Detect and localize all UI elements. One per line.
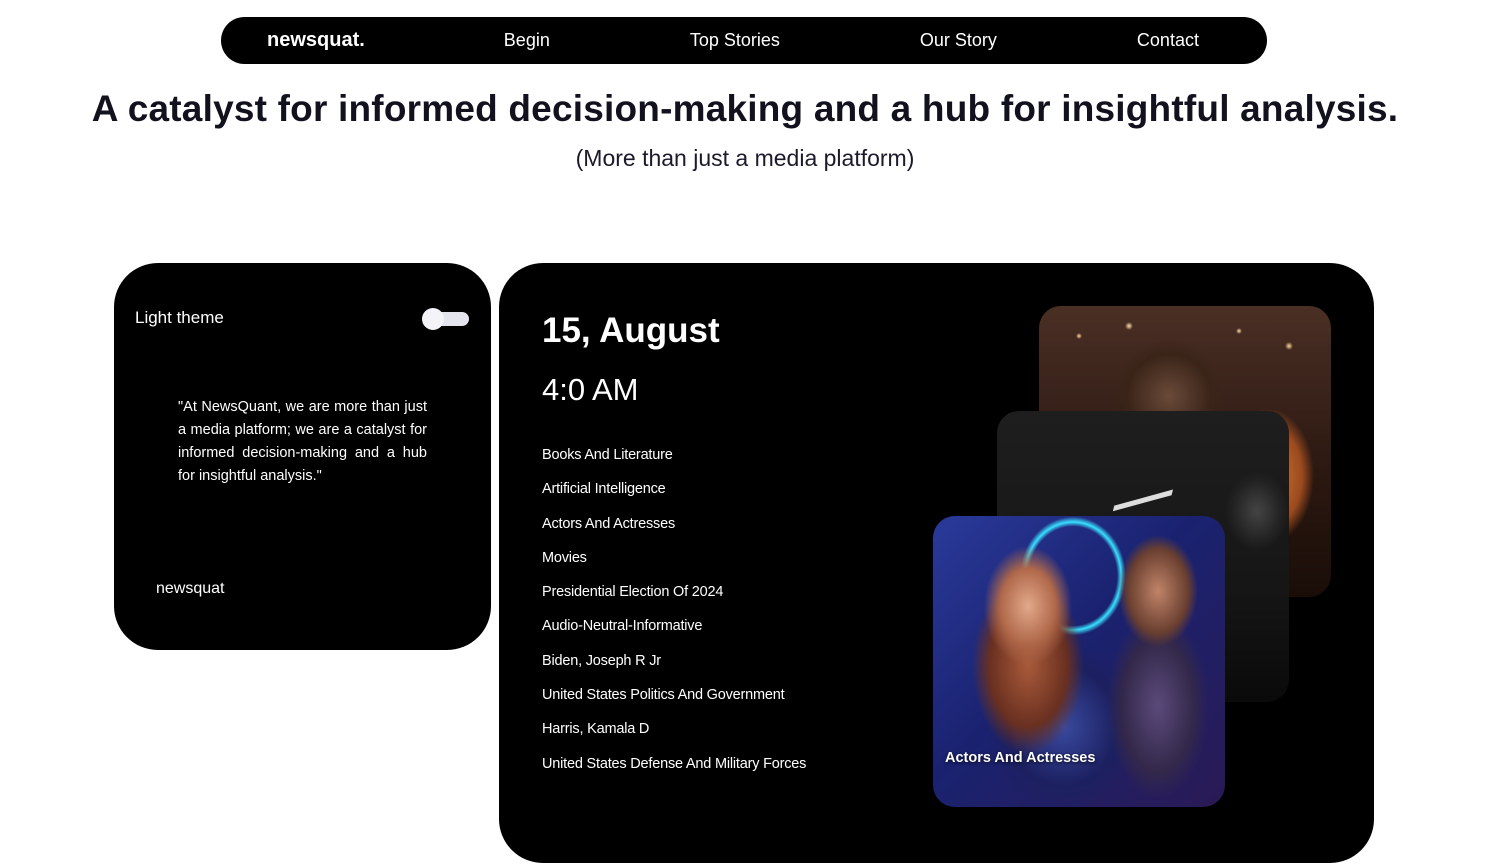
- topic-item[interactable]: Harris, Kamala D: [542, 719, 806, 753]
- nav-link-top-stories[interactable]: Top Stories: [690, 30, 780, 51]
- topic-item[interactable]: Actors And Actresses: [542, 514, 806, 548]
- nav-link-our-story[interactable]: Our Story: [920, 30, 997, 51]
- topic-item[interactable]: Movies: [542, 548, 806, 582]
- theme-toggle[interactable]: [422, 308, 469, 330]
- nav-link-contact[interactable]: Contact: [1137, 30, 1199, 51]
- story-card-caption: Actors And Actresses: [945, 750, 1096, 766]
- toggle-knob: [422, 308, 444, 330]
- theme-label: Light theme: [135, 308, 224, 327]
- topic-item[interactable]: Artificial Intelligence: [542, 479, 806, 513]
- card-signature: newsquat: [156, 580, 225, 597]
- hero-subhead: (More than just a media platform): [575, 145, 915, 171]
- hero-headline: A catalyst for informed decision-making …: [91, 88, 1399, 129]
- topic-item[interactable]: Presidential Election Of 2024: [542, 582, 806, 616]
- current-date: 15, August: [542, 311, 720, 350]
- main-card: 15, August 4:0 AM Books And Literature A…: [499, 263, 1374, 863]
- mission-quote: "At NewsQuant, we are more than just a m…: [178, 399, 427, 484]
- top-nav: newsquat. Begin Top Stories Our Story Co…: [221, 17, 1267, 64]
- topic-item[interactable]: United States Politics And Government: [542, 685, 806, 719]
- nav-link-begin[interactable]: Begin: [504, 30, 550, 51]
- topic-item[interactable]: Audio-Neutral-Informative: [542, 616, 806, 650]
- topic-item[interactable]: Biden, Joseph R Jr: [542, 651, 806, 685]
- topic-item[interactable]: Books And Literature: [542, 445, 806, 479]
- story-card-front[interactable]: Actors And Actresses: [933, 516, 1225, 807]
- topic-item[interactable]: United States Defense And Military Force…: [542, 754, 806, 788]
- current-time: 4:0 AM: [542, 372, 639, 407]
- topic-list: Books And Literature Artificial Intellig…: [542, 445, 806, 788]
- brand-logo[interactable]: newsquat.: [267, 29, 365, 52]
- theme-card: Light theme "At NewsQuant, we are more t…: [114, 263, 491, 650]
